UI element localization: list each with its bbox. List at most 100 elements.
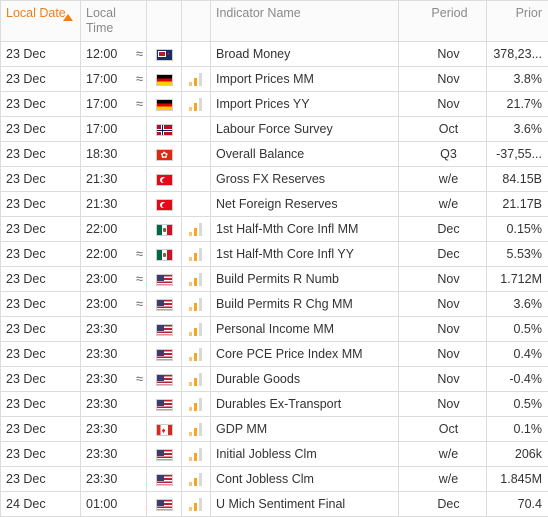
row-indicator-name[interactable]: U Mich Sentiment Final — [211, 492, 399, 517]
table-row[interactable]: 23 Dec23:30≈Durable GoodsNov-0.4% — [1, 367, 548, 392]
row-time: 17:00 — [86, 97, 117, 111]
row-country — [147, 92, 182, 117]
table-row[interactable]: 23 Dec23:30Personal Income MMNov0.5% — [1, 317, 548, 342]
row-prior: 0.4% — [487, 342, 548, 367]
table-row[interactable]: 23 Dec22:001st Half-Mth Core Infl MMDec0… — [1, 217, 548, 242]
column-header-period[interactable]: Period — [399, 1, 487, 42]
row-indicator-name[interactable]: Import Prices MM — [211, 67, 399, 92]
row-time-cell: 23:30 — [81, 392, 147, 417]
column-header-country[interactable] — [147, 1, 182, 42]
row-country — [147, 492, 182, 517]
volatility-bars-icon — [189, 372, 203, 386]
row-indicator-name[interactable]: Core PCE Price Index MM — [211, 342, 399, 367]
row-time: 23:00 — [86, 272, 117, 286]
table-row[interactable]: 23 Dec12:00≈*Broad MoneyNov378,23... — [1, 42, 548, 67]
row-indicator-name[interactable]: Durable Goods — [211, 367, 399, 392]
column-header-local-time[interactable]: Local Time — [81, 1, 147, 42]
table-row[interactable]: 23 Dec23:30Initial Jobless Clmw/e206k — [1, 442, 548, 467]
row-indicator-name[interactable]: Build Permits R Chg MM — [211, 292, 399, 317]
table-row[interactable]: 23 Dec17:00Labour Force SurveyOct3.6% — [1, 117, 548, 142]
row-country — [147, 267, 182, 292]
row-volatility — [182, 242, 211, 267]
row-indicator-name[interactable]: Net Foreign Reserves — [211, 192, 399, 217]
row-time-cell: 17:00 ≈ — [81, 67, 147, 92]
approx-icon: ≈ — [136, 71, 143, 86]
row-period: Oct — [399, 417, 487, 442]
row-indicator-name[interactable]: Durables Ex-Transport — [211, 392, 399, 417]
row-date: 23 Dec — [1, 417, 81, 442]
row-prior: 0.5% — [487, 392, 548, 417]
row-indicator-name[interactable]: Build Permits R Numb — [211, 267, 399, 292]
table-row[interactable]: 23 Dec23:00≈Build Permits R Chg MMNov3.6… — [1, 292, 548, 317]
period-label: Period — [399, 1, 486, 21]
row-time: 22:00 — [86, 247, 117, 261]
row-period: w/e — [399, 442, 487, 467]
row-prior: 1.712M — [487, 267, 548, 292]
table-row[interactable]: 23 Dec21:30Net Foreign Reservesw/e21.17B — [1, 192, 548, 217]
row-prior: 0.1% — [487, 417, 548, 442]
row-time-cell: 23:30 — [81, 467, 147, 492]
row-prior: 3.8% — [487, 67, 548, 92]
table-row[interactable]: 23 Dec22:00≈1st Half-Mth Core Infl YYDec… — [1, 242, 548, 267]
volatility-bars-icon — [189, 72, 203, 86]
volatility-bars-icon — [189, 347, 203, 361]
row-prior: 1.845M — [487, 467, 548, 492]
column-header-local-date[interactable]: Local Date — [1, 1, 81, 42]
table-row[interactable]: 23 Dec17:00≈Import Prices YYNov21.7% — [1, 92, 548, 117]
row-indicator-name[interactable]: Broad Money — [211, 42, 399, 67]
row-country: * — [147, 42, 182, 67]
row-date: 23 Dec — [1, 217, 81, 242]
row-indicator-name[interactable]: Cont Jobless Clm — [211, 467, 399, 492]
row-prior: -37,55... — [487, 142, 548, 167]
row-prior: 5.53% — [487, 242, 548, 267]
row-country — [147, 317, 182, 342]
row-time-cell: 23:00 ≈ — [81, 267, 147, 292]
row-time-cell: 23:30≈ — [81, 367, 147, 392]
row-date: 23 Dec — [1, 67, 81, 92]
row-indicator-name[interactable]: Personal Income MM — [211, 317, 399, 342]
de-flag-icon — [156, 99, 173, 111]
table-row[interactable]: 23 Dec17:00≈Import Prices MMNov3.8% — [1, 67, 548, 92]
sort-ascending-icon[interactable] — [63, 14, 73, 21]
mx-flag-icon — [156, 249, 173, 261]
row-indicator-name[interactable]: Gross FX Reserves — [211, 167, 399, 192]
column-header-prior[interactable]: Prior — [487, 1, 548, 42]
row-volatility — [182, 442, 211, 467]
row-indicator-name[interactable]: Initial Jobless Clm — [211, 442, 399, 467]
row-prior: -0.4% — [487, 367, 548, 392]
us-flag-icon — [156, 374, 173, 386]
row-prior: 21.7% — [487, 92, 548, 117]
row-indicator-name[interactable]: 1st Half-Mth Core Infl YY — [211, 242, 399, 267]
no-flag-icon — [156, 124, 173, 136]
row-date: 23 Dec — [1, 167, 81, 192]
row-time: 17:00 — [86, 72, 117, 86]
row-indicator-name[interactable]: GDP MM — [211, 417, 399, 442]
row-indicator-name[interactable]: Import Prices YY — [211, 92, 399, 117]
row-time-cell: 22:00 — [81, 217, 147, 242]
row-indicator-name[interactable]: Overall Balance — [211, 142, 399, 167]
column-header-volatility[interactable] — [182, 1, 211, 42]
row-country — [147, 217, 182, 242]
table-row[interactable]: 24 Dec01:00U Mich Sentiment FinalDec70.4 — [1, 492, 548, 517]
approx-icon: ≈ — [136, 271, 143, 286]
table-row[interactable]: 23 Dec23:30♦GDP MMOct0.1% — [1, 417, 548, 442]
row-date: 23 Dec — [1, 142, 81, 167]
row-time: 18:30 — [86, 147, 117, 161]
table-row[interactable]: 23 Dec18:30✿Overall BalanceQ3-37,55... — [1, 142, 548, 167]
row-time-cell: 23:00≈ — [81, 292, 147, 317]
economic-calendar-table: Local Date Local Time Indicator Name Per… — [0, 0, 548, 517]
table-row[interactable]: 23 Dec23:30Core PCE Price Index MMNov0.4… — [1, 342, 548, 367]
table-row[interactable]: 23 Dec23:30Cont Jobless Clmw/e1.845M — [1, 467, 548, 492]
row-time-cell: 01:00 — [81, 492, 147, 517]
table-row[interactable]: 23 Dec23:30Durables Ex-TransportNov0.5% — [1, 392, 548, 417]
column-header-indicator-name[interactable]: Indicator Name — [211, 1, 399, 42]
table-row[interactable]: 23 Dec23:00≈Build Permits R NumbNov1.712… — [1, 267, 548, 292]
row-country — [147, 117, 182, 142]
table-row[interactable]: 23 Dec21:30Gross FX Reservesw/e84.15B — [1, 167, 548, 192]
volatility-bars-icon — [189, 447, 203, 461]
row-indicator-name[interactable]: 1st Half-Mth Core Infl MM — [211, 217, 399, 242]
row-indicator-name[interactable]: Labour Force Survey — [211, 117, 399, 142]
row-time: 17:00 — [86, 122, 117, 136]
row-country — [147, 292, 182, 317]
row-volatility — [182, 492, 211, 517]
